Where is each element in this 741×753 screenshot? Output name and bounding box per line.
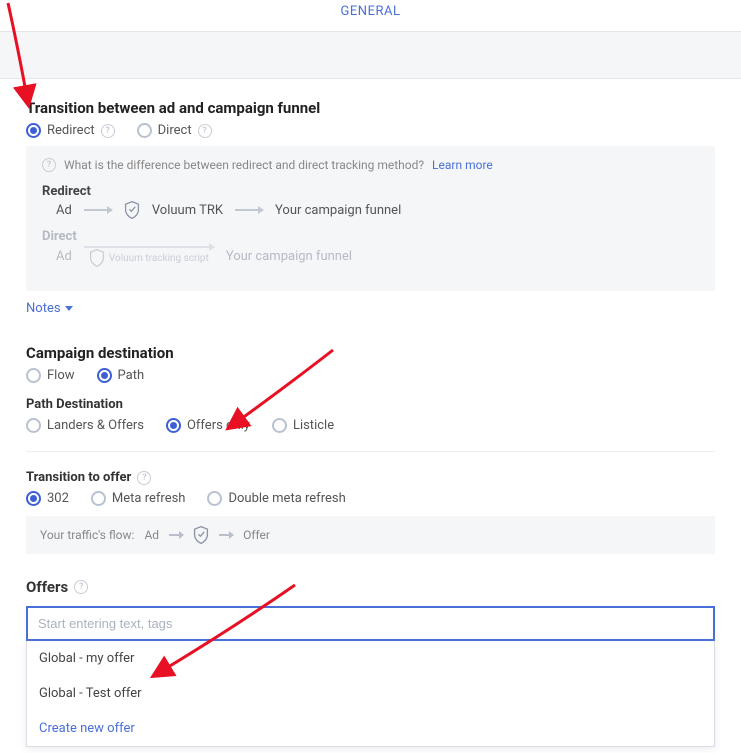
help-icon[interactable]: ? (137, 471, 151, 485)
radio-icon (26, 123, 41, 138)
radio-meta-label: Meta refresh (112, 491, 186, 506)
divider (26, 451, 715, 452)
radio-icon (26, 418, 41, 433)
help-icon[interactable]: ? (101, 124, 115, 138)
transition-to-offer-label: Transition to offer ? (26, 470, 715, 485)
radio-direct-label: Direct (158, 123, 192, 138)
radio-flow[interactable]: Flow (26, 368, 75, 383)
radio-icon (272, 418, 287, 433)
radio-landers-offers-label: Landers & Offers (47, 418, 144, 433)
shield-icon (124, 201, 140, 219)
radio-listicle-label: Listicle (293, 418, 334, 433)
radio-icon (207, 491, 222, 506)
radio-icon (97, 368, 112, 383)
offers-search-input[interactable] (26, 606, 715, 641)
arrow-icon (219, 534, 233, 536)
radio-landers-offers[interactable]: Landers & Offers (26, 418, 144, 433)
flow-label: Your traffic's flow: (40, 528, 134, 542)
path-destination-label: Path Destination (26, 397, 715, 412)
radio-redirect[interactable]: Redirect ? (26, 123, 115, 138)
arrow-icon (169, 534, 183, 536)
offer-option[interactable]: Global - Test offer (27, 676, 714, 711)
help-icon[interactable]: ? (198, 124, 212, 138)
tab-general[interactable]: GENERAL (341, 0, 401, 23)
destination-title: Campaign destination (26, 344, 715, 362)
radio-path[interactable]: Path (97, 368, 145, 383)
offer-option[interactable]: Global - my offer (27, 641, 714, 676)
shield-icon (193, 526, 209, 544)
arrow-icon (84, 209, 112, 211)
radio-icon (137, 123, 152, 138)
transition-info-box: ? What is the difference between redirec… (26, 146, 715, 291)
notes-toggle[interactable]: Notes (26, 301, 73, 316)
learn-more-link[interactable]: Learn more (432, 158, 493, 172)
offers-dropdown: Global - my offer Global - Test offer Cr… (26, 641, 715, 747)
radio-flow-label: Flow (47, 368, 75, 383)
radio-redirect-label: Redirect (47, 123, 95, 138)
traffic-flow-strip: Your traffic's flow: Ad Offer (26, 516, 715, 554)
arrow-icon (84, 246, 214, 248)
radio-302-label: 302 (47, 491, 69, 506)
flow-funnel: Your campaign funnel (275, 203, 401, 218)
radio-302[interactable]: 302 (26, 491, 69, 506)
radio-offers-only[interactable]: Offers only (166, 418, 250, 433)
radio-icon (91, 491, 106, 506)
radio-double-meta[interactable]: Double meta refresh (207, 491, 345, 506)
radio-offers-only-label: Offers only (187, 418, 250, 433)
info-question: What is the difference between redirect … (64, 158, 424, 172)
transition-title: Transition between ad and campaign funne… (26, 99, 715, 117)
help-icon[interactable]: ? (74, 580, 88, 594)
flow-funnel-dim: Your campaign funnel (226, 249, 352, 264)
flow-ad: Ad (56, 203, 72, 218)
flow-ad: Ad (144, 528, 159, 542)
radio-icon (26, 368, 41, 383)
radio-icon (166, 418, 181, 433)
radio-direct[interactable]: Direct ? (137, 123, 212, 138)
redirect-flow-title: Redirect (42, 184, 699, 199)
radio-listicle[interactable]: Listicle (272, 418, 334, 433)
radio-double-meta-label: Double meta refresh (228, 491, 345, 506)
offers-heading: Offers ? (26, 578, 715, 596)
arrow-icon (235, 209, 263, 211)
help-icon: ? (42, 158, 56, 172)
notes-label: Notes (26, 301, 61, 316)
shield-icon (89, 249, 105, 267)
radio-meta-refresh[interactable]: Meta refresh (91, 491, 186, 506)
radio-icon (26, 491, 41, 506)
create-new-offer[interactable]: Create new offer (27, 711, 714, 746)
flow-offer: Offer (243, 528, 270, 542)
tracking-script-label: Voluum tracking script (109, 253, 209, 264)
header-strip (0, 32, 741, 79)
chevron-down-icon (65, 306, 73, 311)
flow-ad-dim: Ad (56, 249, 72, 264)
flow-trk: Voluum TRK (152, 203, 223, 218)
radio-path-label: Path (118, 368, 145, 383)
direct-flow-title: Direct (42, 229, 699, 244)
